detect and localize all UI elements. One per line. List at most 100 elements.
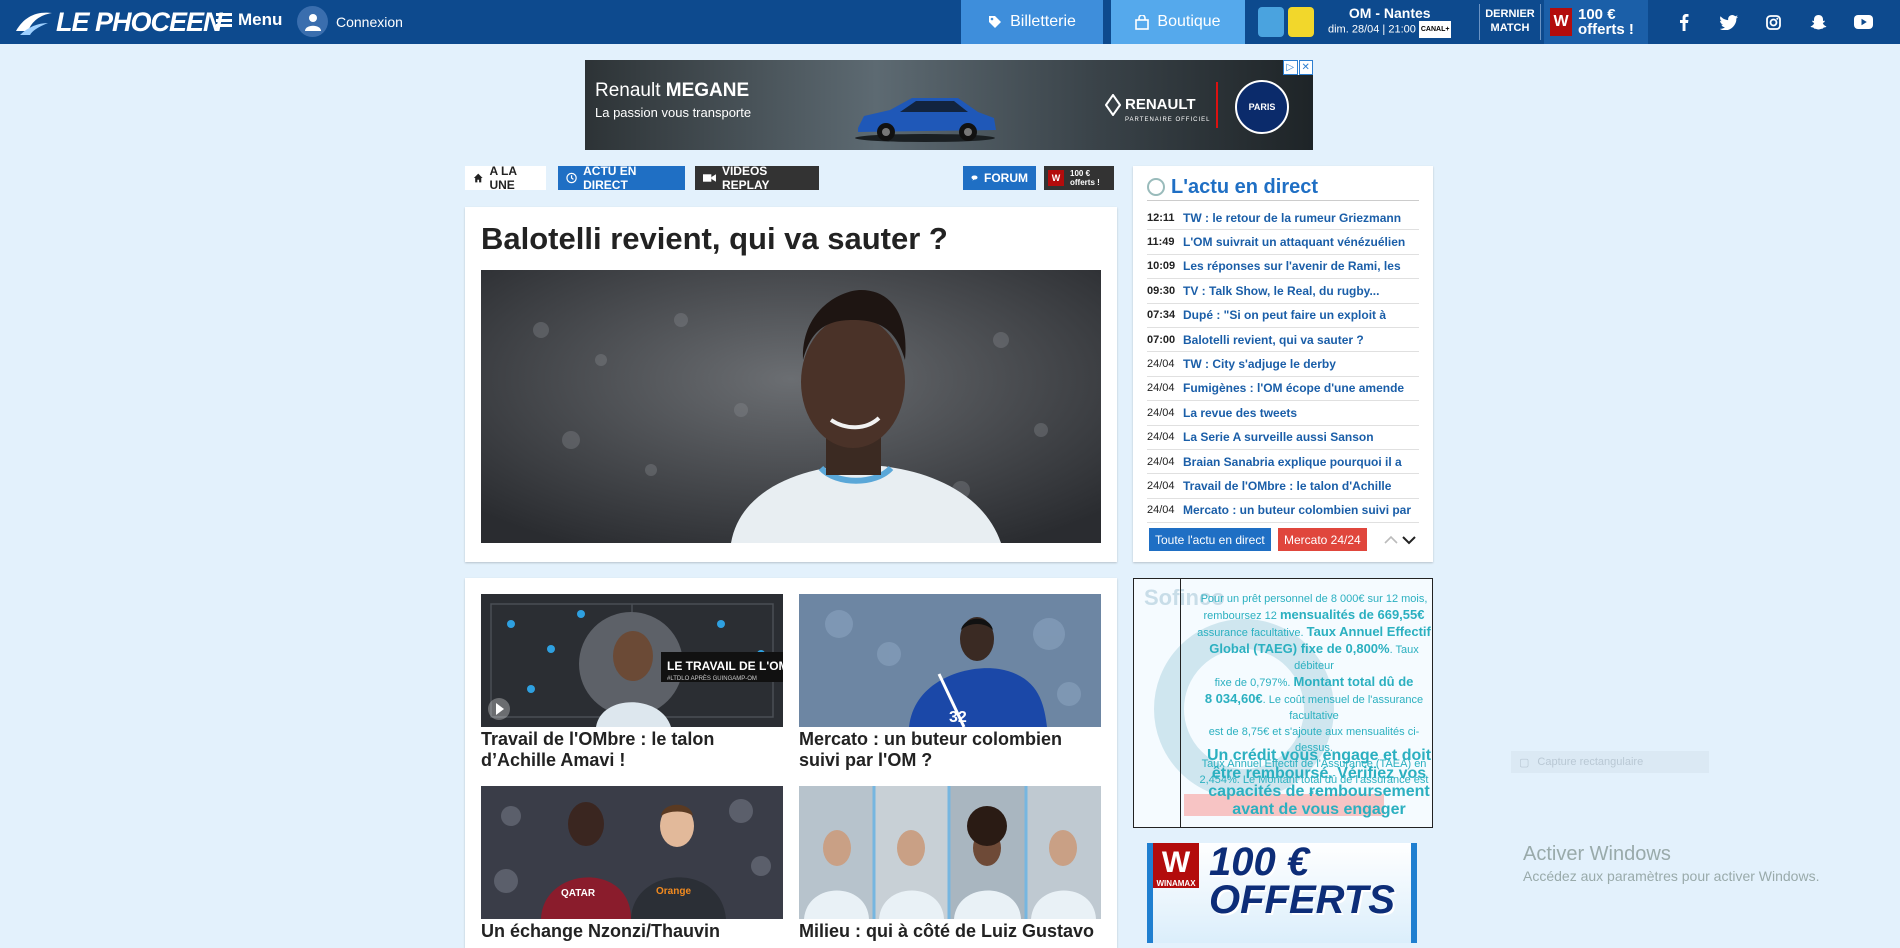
live-news-headline[interactable]: Dupé : "Si on peut faire un exploit à — [1183, 308, 1386, 322]
live-news-time: 24/04 — [1147, 479, 1175, 492]
live-news-headline[interactable]: Braian Sanabria explique pourquoi il a — [1183, 455, 1402, 469]
live-news-item[interactable]: 24/04 La revue des tweets — [1147, 401, 1419, 426]
live-news-item[interactable]: 24/04 Travail de l'OMbre : le talon d'Ach… — [1147, 474, 1419, 499]
youtube-icon[interactable] — [1853, 12, 1873, 32]
live-news-headline[interactable]: TV : Talk Show, le Real, du rugby... — [1183, 284, 1379, 298]
twitter-icon[interactable] — [1719, 12, 1739, 32]
mercato-button[interactable]: Mercato 24/24 — [1278, 528, 1367, 551]
live-news-time: 24/04 — [1147, 455, 1175, 468]
live-news-item[interactable]: 11:49 L'OM suivrait un attaquant vénézuél… — [1147, 230, 1419, 255]
site-logo[interactable]: LE PHOCEEN — [14, 6, 223, 38]
live-news-headline[interactable]: TW : City s'adjuge le derby — [1183, 357, 1336, 371]
chevron-down-icon[interactable] — [1401, 532, 1417, 548]
offer-text: 100 € offerts ! — [1578, 7, 1634, 37]
main-article-title[interactable]: Balotelli revient, qui va sauter ? — [481, 221, 948, 257]
tab-actu-en-direct[interactable]: ACTU EN DIRECT — [558, 164, 685, 192]
next-match-widget[interactable]: OM - Nantes dim. 28/04 | 21:00 CANAL+ — [1252, 0, 1478, 44]
thumbnail-overlay-title: LE TRAVAIL DE L'OMBRE — [667, 659, 783, 673]
live-news-headline[interactable]: Travail de l'OMbre : le talon d'Achille — [1183, 479, 1391, 493]
live-news-headline[interactable]: Les réponses sur l'avenir de Rami, les — [1183, 259, 1401, 273]
sofinco-loan-ad[interactable]: Sofinco Pour un prêt personnel de 8 000€… — [1133, 578, 1433, 828]
winamax-offer-ad[interactable]: W WINAMAX 100 € OFFERTS — [1147, 843, 1417, 943]
all-live-news-button[interactable]: Toute l'actu en direct — [1149, 528, 1271, 551]
offer-headline: 100 € OFFERTS — [1209, 843, 1395, 920]
article-title[interactable]: Mercato : un buteur colombien suivi par … — [799, 729, 1101, 771]
live-news-item[interactable]: 24/04 Fumigènes : l'OM écope d'une amende — [1147, 377, 1419, 402]
article-thumbnail[interactable]: QATAR Orange — [481, 786, 783, 919]
shop-button[interactable]: Boutique — [1111, 0, 1245, 44]
live-news-item[interactable]: 07:00 Balotelli revient, qui va sauter ? — [1147, 328, 1419, 353]
match-info: OM - Nantes dim. 28/04 | 21:00 CANAL+ — [1328, 6, 1452, 38]
loan-warning: Un crédit vous engage et doit être rembo… — [1206, 747, 1432, 818]
tab-label: A LA UNE — [489, 164, 517, 192]
chevron-up-icon[interactable] — [1383, 532, 1399, 548]
shopping-bag-icon — [1135, 14, 1150, 30]
last-match-link[interactable]: DERNIER MATCH — [1485, 7, 1535, 35]
article-title[interactable]: Travail de l'OMbre : le talon d’Achille … — [481, 729, 783, 771]
loan-line: Global (TAEG) fixe de 0,800%. Taux débit… — [1194, 641, 1432, 674]
live-news-item[interactable]: 07:34 Dupé : "Si on peut faire un exploit… — [1147, 304, 1419, 328]
live-news-headline[interactable]: La Serie A surveille aussi Sanson — [1183, 430, 1374, 444]
live-news-item[interactable]: 09:30 TV : Talk Show, le Real, du rugby..… — [1147, 279, 1419, 304]
live-news-time: 07:00 — [1147, 333, 1176, 346]
offer-line1: 100 € — [1578, 6, 1616, 23]
ad-choices[interactable]: ▷ ✕ — [1283, 60, 1313, 75]
article-thumbnail[interactable]: LE TRAVAIL DE L'OMBRE #LTDLO APRÈS GUING… — [481, 594, 783, 727]
om-crest-icon — [1258, 7, 1284, 37]
login-button[interactable]: Connexion — [297, 6, 403, 37]
loan-text-bold: mensualités de 669,55€ — [1279, 607, 1425, 622]
loan-text-bold: 8 034,60€ — [1204, 691, 1263, 706]
close-icon[interactable]: ✕ — [1298, 60, 1313, 75]
live-news-list: 12:11 TW : le retour de la rumeur Griezma… — [1147, 206, 1419, 524]
offer-tab-line1: 100 € — [1070, 169, 1091, 178]
live-news-headline[interactable]: TW : le retour de la rumeur Griezmann — [1183, 211, 1401, 225]
live-news-item[interactable]: 10:09 Les réponses sur l'avenir de Rami, … — [1147, 255, 1419, 280]
ad-title: Renault MEGANE — [595, 80, 749, 102]
article-grid: LE TRAVAIL DE L'OMBRE #LTDLO APRÈS GUING… — [465, 578, 1117, 948]
live-news-title: L'actu en direct — [1171, 175, 1319, 198]
loan-text-bold: Global (TAEG) fixe de 0,800% — [1209, 641, 1390, 656]
home-icon — [473, 173, 483, 183]
live-news-headline[interactable]: Fumigènes : l'OM écope d'une amende — [1183, 381, 1404, 395]
loan-line: 8 034,60€. Le coût mensuel de l'assuranc… — [1194, 691, 1432, 724]
forum-button[interactable]: FORUM — [963, 166, 1036, 190]
tab-label: ACTU EN DIRECT — [583, 164, 637, 192]
article-card[interactable]: Milieu : qui à côté de Luiz Gustavo — [799, 786, 1101, 942]
login-label: Connexion — [336, 13, 403, 30]
last-match-line2: MATCH — [1490, 22, 1530, 34]
menu-button[interactable]: Menu — [216, 10, 282, 30]
snapchat-icon[interactable] — [1808, 12, 1828, 32]
ticketing-label: Billetterie — [1010, 13, 1076, 30]
facebook-icon[interactable] — [1674, 12, 1694, 32]
article-card[interactable]: QATAR Orange Un échange Nzonzi/Thauvin — [481, 786, 783, 942]
windows-activation-title: Activer Windows — [1523, 843, 1671, 865]
live-news-item[interactable]: 24/04 La Serie A surveille aussi Sanson — [1147, 426, 1419, 450]
main-article-image[interactable] — [481, 270, 1101, 543]
tab-a-la-une[interactable]: A LA UNE — [465, 164, 546, 192]
live-news-headline[interactable]: Mercato : un buteur colombien suivi par — [1183, 503, 1411, 517]
article-title[interactable]: Milieu : qui à côté de Luiz Gustavo — [799, 921, 1101, 942]
article-card[interactable]: 32 Mercato : un buteur colombien suivi p… — [799, 594, 1101, 771]
winamax-logo-icon: W — [1550, 8, 1572, 36]
ad-brand-sub: PARTENAIRE OFFICIEL — [1125, 117, 1211, 123]
live-news-headline[interactable]: La revue des tweets — [1183, 406, 1297, 420]
tab-videos-replay[interactable]: VIDEOS REPLAY — [695, 164, 819, 192]
article-thumbnail[interactable]: 32 — [799, 594, 1101, 727]
live-news-headline[interactable]: L'OM suivrait un attaquant vénézuélien — [1183, 235, 1405, 249]
live-news-item[interactable]: 24/04 TW : City s'adjuge le derby — [1147, 352, 1419, 377]
renault-ad-banner[interactable]: Renault MEGANE La passion vous transport… — [585, 60, 1313, 150]
live-news-headline[interactable]: Balotelli revient, qui va sauter ? — [1183, 333, 1364, 347]
article-thumbnail[interactable] — [799, 786, 1101, 919]
live-news-item[interactable]: 24/04 Mercato : un buteur colombien suivi… — [1147, 499, 1419, 524]
instagram-icon[interactable] — [1763, 12, 1783, 32]
adchoices-icon[interactable]: ▷ — [1283, 60, 1298, 75]
winamax-offer-tab[interactable]: W 100 € offerts ! — [1044, 166, 1114, 190]
winamax-offer-button[interactable]: W 100 € offerts ! — [1544, 0, 1648, 44]
ticketing-button[interactable]: Billetterie — [961, 0, 1103, 44]
article-title[interactable]: Un échange Nzonzi/Thauvin — [481, 921, 783, 942]
live-news-item[interactable]: 12:11 TW : le retour de la rumeur Griezma… — [1147, 206, 1419, 231]
car-image — [855, 98, 996, 142]
article-card[interactable]: LE TRAVAIL DE L'OMBRE #LTDLO APRÈS GUING… — [481, 594, 783, 771]
live-news-item[interactable]: 24/04 Braian Sanabria explique pourquoi i… — [1147, 450, 1419, 475]
last-match-line1: DERNIER — [1485, 8, 1535, 20]
